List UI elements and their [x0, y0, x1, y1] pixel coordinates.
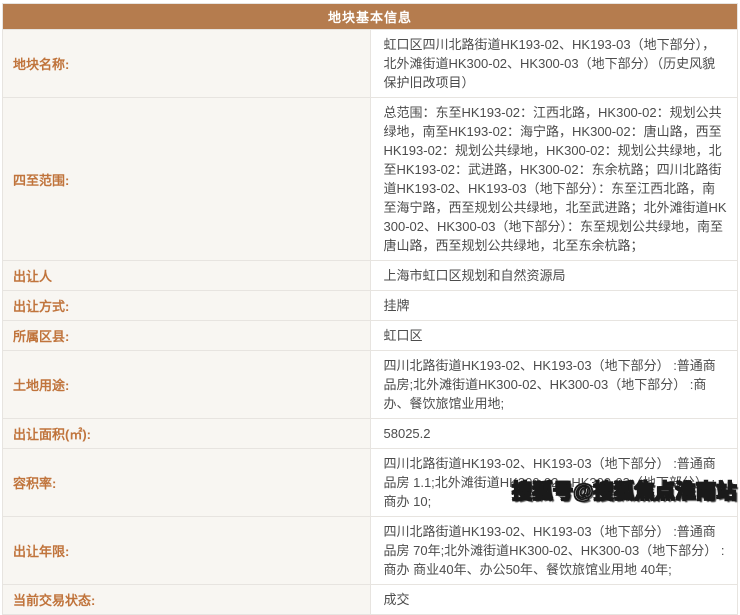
table-row: 土地用途: 四川北路街道HK193-02、HK193-03（地下部分） :普通商…	[2, 350, 738, 419]
row-label: 所属区县:	[2, 320, 371, 351]
row-value: 58025.2	[383, 426, 431, 441]
table-row: 出让人 上海市虹口区规划和自然资源局	[2, 260, 738, 291]
table-row: 出让年限: 四川北路街道HK193-02、HK193-03（地下部分） :普通商…	[2, 516, 738, 585]
table-row: 出让方式: 挂牌	[2, 290, 738, 321]
table-row: 出让面积(㎡): 58025.2	[2, 418, 738, 449]
table-title: 地块基本信息	[2, 3, 738, 30]
table-row: 四至范围: 总范围：东至HK193-02：江西北路，HK300-02：规划公共绿…	[2, 97, 738, 261]
row-value: 四川北路街道HK193-02、HK193-03（地下部分） :普通商品房 70年…	[383, 524, 725, 577]
row-label: 容积率:	[2, 448, 371, 517]
table-body: 地块名称: 虹口区四川北路街道HK193-02、HK193-03（地下部分）， …	[2, 29, 738, 615]
row-value: 虹口区	[383, 328, 423, 343]
row-value: 虹口区四川北路街道HK193-02、HK193-03（地下部分）， 北外滩街道H…	[383, 37, 716, 90]
land-basic-info-table: 地块基本信息 地块名称: 虹口区四川北路街道HK193-02、HK193-03（…	[2, 3, 738, 615]
row-value: 成交	[383, 592, 410, 607]
row-value: 上海市虹口区规划和自然资源局	[383, 268, 566, 283]
table-row: 地块名称: 虹口区四川北路街道HK193-02、HK193-03（地下部分）， …	[2, 29, 738, 98]
row-label: 出让方式:	[2, 290, 371, 321]
row-value: 总范围：东至HK193-02：江西北路，HK300-02：规划公共绿地，南至HK…	[383, 105, 727, 253]
row-value: 四川北路街道HK193-02、HK193-03（地下部分） :普通商品房 1.1…	[383, 456, 716, 509]
row-label: 当前交易状态:	[2, 584, 371, 615]
row-label: 出让年限:	[2, 516, 371, 585]
row-value: 挂牌	[383, 298, 410, 313]
table-row: 当前交易状态: 成交	[2, 584, 738, 615]
row-label: 土地用途:	[2, 350, 371, 419]
info-table: 地块基本信息 地块名称: 虹口区四川北路街道HK193-02、HK193-03（…	[2, 3, 738, 615]
table-row: 所属区县: 虹口区	[2, 320, 738, 351]
table-row: 容积率: 四川北路街道HK193-02、HK193-03（地下部分） :普通商品…	[2, 448, 738, 517]
table-header-row: 地块基本信息	[2, 3, 738, 30]
row-label: 出让面积(㎡):	[2, 418, 371, 449]
row-label: 出让人	[2, 260, 371, 291]
row-label: 地块名称:	[2, 29, 371, 98]
row-value: 四川北路街道HK193-02、HK193-03（地下部分） :普通商品房;北外滩…	[383, 358, 716, 411]
row-label: 四至范围:	[2, 97, 371, 261]
